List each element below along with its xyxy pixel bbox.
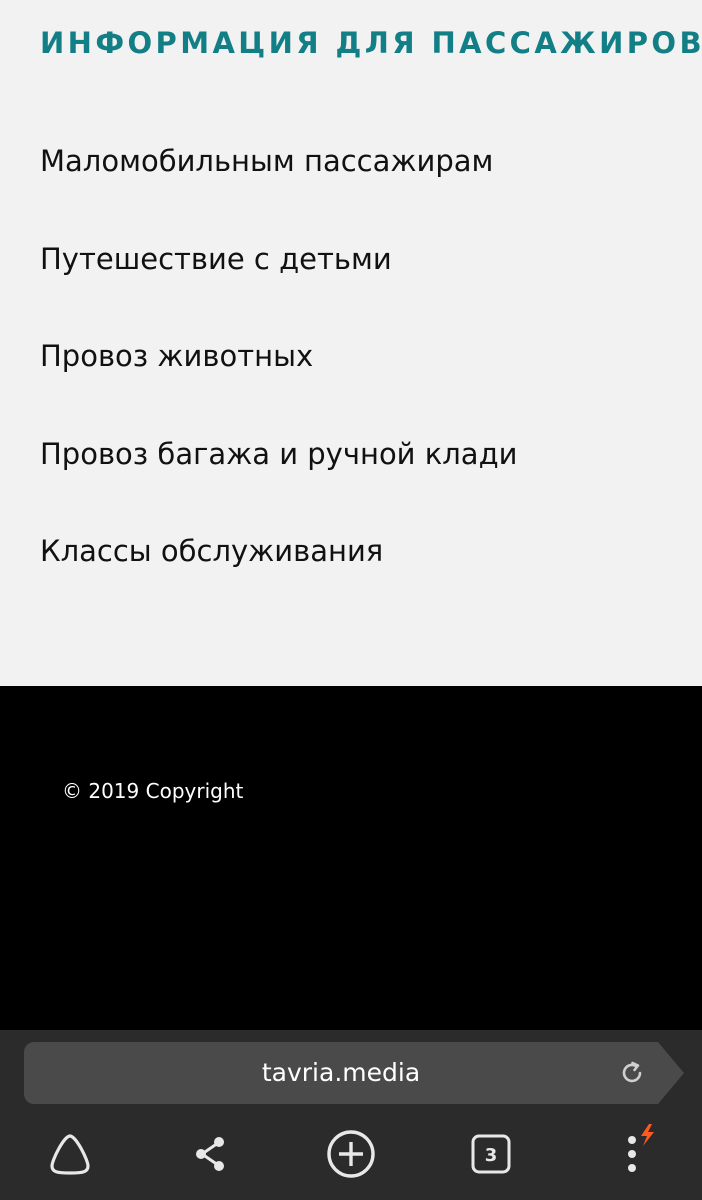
menu-item-animals: Провоз животных: [40, 331, 517, 429]
menu-item-service-classes: Классы обслуживания: [40, 526, 517, 624]
menu-link-travel-with-children[interactable]: Путешествие с детьми: [40, 234, 392, 284]
alice-button[interactable]: [40, 1124, 100, 1184]
menu-item-baggage: Провоз багажа и ручной клади: [40, 429, 517, 527]
menu-icon: [628, 1124, 654, 1172]
section-title: ИНФОРМАЦИЯ ДЛЯ ПАССАЖИРОВ: [40, 26, 702, 60]
copyright-text: © 2019 Copyright: [62, 779, 244, 803]
menu-item-reduced-mobility: Маломобильным пассажирам: [40, 136, 517, 234]
address-bar-tip: [658, 1042, 684, 1104]
menu-link-service-classes[interactable]: Классы обслуживания: [40, 526, 383, 576]
reload-icon[interactable]: [618, 1059, 646, 1087]
passenger-info-menu: Маломобильным пассажирам Путешествие с д…: [40, 136, 517, 624]
menu-link-baggage[interactable]: Провоз багажа и ручной клади: [40, 429, 517, 479]
page: ИНФОРМАЦИЯ ДЛЯ ПАССАЖИРОВ Маломобильным …: [0, 0, 702, 1200]
site-footer: © 2019 Copyright: [0, 686, 702, 1030]
url-text: tavria.media: [261, 1058, 421, 1087]
share-button[interactable]: [180, 1124, 240, 1184]
browser-nav-row: 3: [0, 1124, 702, 1184]
lightning-icon: [641, 1124, 654, 1146]
menu-button[interactable]: [604, 1124, 664, 1184]
menu-item-travel-with-children: Путешествие с детьми: [40, 234, 517, 332]
alice-icon: [50, 1134, 90, 1175]
share-icon: [196, 1137, 224, 1171]
passenger-info-section: ИНФОРМАЦИЯ ДЛЯ ПАССАЖИРОВ Маломобильным …: [0, 0, 702, 686]
tabs-button[interactable]: 3: [461, 1124, 521, 1184]
browser-toolbar: tavria.media 3: [0, 1030, 702, 1200]
menu-link-reduced-mobility[interactable]: Маломобильным пассажирам: [40, 136, 493, 186]
new-tab-icon: [327, 1130, 375, 1178]
address-bar[interactable]: tavria.media: [24, 1042, 658, 1104]
new-tab-button[interactable]: [321, 1124, 381, 1184]
tabs-icon: 3: [471, 1134, 511, 1174]
tab-count: 3: [485, 1145, 498, 1166]
menu-link-animals[interactable]: Провоз животных: [40, 331, 313, 381]
